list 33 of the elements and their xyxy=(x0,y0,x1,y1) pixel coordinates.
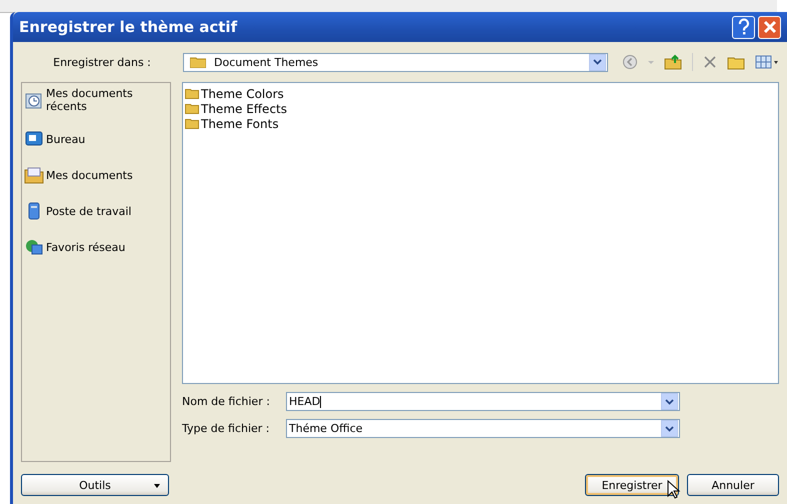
folder-icon xyxy=(190,56,206,68)
save-button[interactable]: Enregistrer xyxy=(585,474,679,496)
folder-icon xyxy=(185,88,199,99)
file-name-label: Nom de fichier : xyxy=(182,395,271,408)
folder-icon xyxy=(185,103,199,114)
folder-icon xyxy=(185,118,199,129)
places-item[interactable]: Bureau xyxy=(22,129,170,149)
back-icon[interactable] xyxy=(622,54,638,70)
mouse-cursor-icon xyxy=(667,480,681,500)
cancel-button[interactable]: Annuler xyxy=(687,474,779,496)
tools-button[interactable]: Outils xyxy=(21,474,169,496)
folder-item[interactable]: Theme Effects xyxy=(185,101,776,116)
network-globe-icon xyxy=(24,237,44,257)
save-in-label: Enregistrer dans : xyxy=(52,56,152,68)
views-icon[interactable] xyxy=(755,55,779,69)
places-item[interactable]: Poste de travail xyxy=(22,201,170,221)
location-dropdown[interactable]: Document Themes xyxy=(183,52,608,72)
folder-item[interactable]: Theme Fonts xyxy=(185,116,776,131)
delete-icon[interactable] xyxy=(703,55,717,69)
folder-icon xyxy=(24,165,44,185)
dropdown-arrow-icon[interactable] xyxy=(648,59,654,65)
file-name-field[interactable]: HEAD xyxy=(286,392,680,411)
places-item[interactable]: Mes documents récents xyxy=(22,87,170,113)
help-button[interactable] xyxy=(732,16,755,38)
up-folder-icon[interactable] xyxy=(664,54,682,70)
folder-item[interactable]: Theme Colors xyxy=(185,86,776,101)
places-item[interactable]: Mes documents xyxy=(22,165,170,185)
window-title: Enregistrer le thème actif xyxy=(19,18,238,36)
file-type-dropdown[interactable]: Théme Office xyxy=(286,419,680,438)
close-button[interactable] xyxy=(758,16,781,38)
file-type-label: Type de fichier : xyxy=(182,422,271,435)
close-icon xyxy=(762,19,778,35)
places-item[interactable]: Favoris réseau xyxy=(22,237,170,257)
